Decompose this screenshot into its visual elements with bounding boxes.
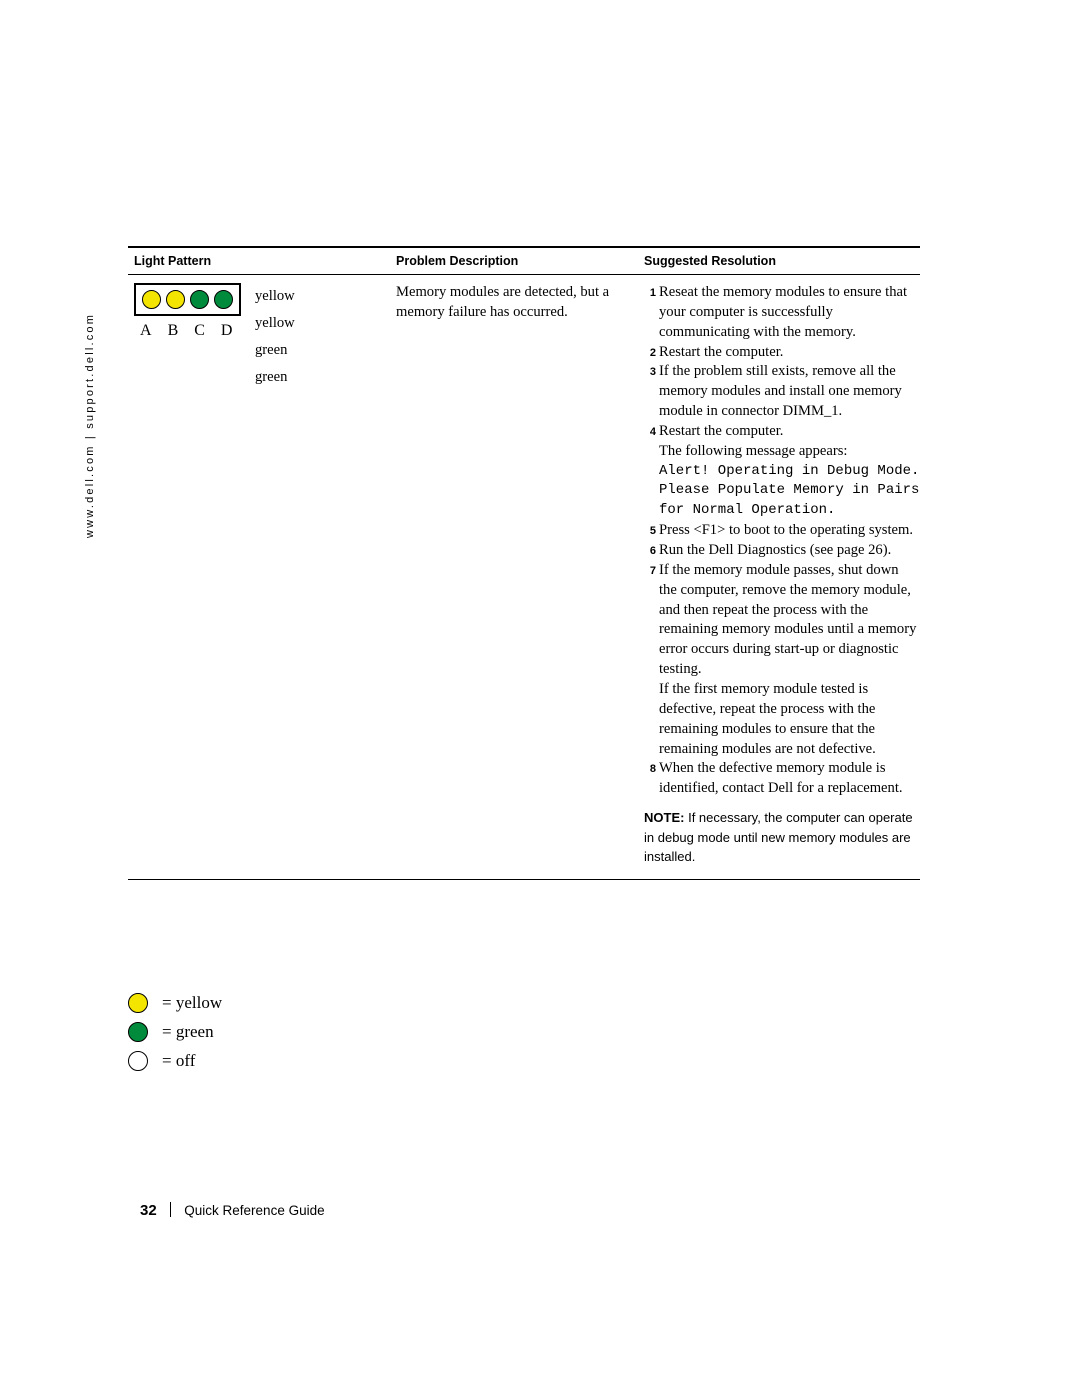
resolution-paragraph: If the first memory module tested is def…	[659, 680, 876, 757]
resolution-step: 2 Restart the computer.	[644, 343, 920, 363]
note-block: NOTE: If necessary, the computer can ope…	[644, 808, 920, 867]
led-color-words: yellow yellow green green	[255, 283, 295, 391]
step-number: 5	[649, 525, 656, 538]
resolution-step: 6 Run the Dell Diagnostics (see page 26)…	[644, 541, 920, 561]
legend-green-icon	[128, 1021, 148, 1042]
cell-suggested-resolution: 1 Reseat the memory modules to ensure th…	[644, 283, 920, 867]
header-light-pattern: Light Pattern	[134, 253, 212, 268]
led-color-legend: = yellow = green = off	[128, 988, 222, 1075]
step-number: 7	[649, 564, 656, 577]
resolution-step: 5 Press <F1> to boot to the operating sy…	[644, 521, 920, 541]
step-text: Restart the computer.	[659, 343, 784, 360]
debug-message-text: Alert! Operating in Debug Mode. Please P…	[659, 462, 920, 519]
legend-row-green: = green	[128, 1017, 222, 1046]
side-url-vertical: www.dell.com | support.dell.com	[84, 312, 96, 538]
legend-yellow-icon	[128, 992, 148, 1013]
note-text: If necessary, the computer can operate i…	[644, 810, 913, 865]
cell-light-pattern: A B C D yellow yellow green green	[128, 283, 396, 867]
resolution-step: 3 If the problem still exists, remove al…	[644, 362, 920, 422]
light-pattern-table: Light Pattern Problem Description Sugges…	[128, 246, 920, 881]
step-number: 4	[649, 425, 656, 438]
step-number: 1	[649, 287, 656, 299]
legend-row-off: = off	[128, 1046, 222, 1075]
step-text: If the memory module passes, shut down t…	[659, 561, 917, 678]
resolution-step: 8 When the defective memory module is id…	[644, 759, 920, 799]
legend-off-icon	[128, 1050, 148, 1071]
step-number: 2	[649, 346, 656, 359]
step-number: 3	[649, 366, 656, 379]
led-d-green-icon	[214, 290, 233, 309]
led-color-word-1: yellow	[255, 288, 295, 304]
note-label: NOTE:	[644, 810, 685, 826]
legend-yellow-label: = yellow	[162, 992, 223, 1012]
footer-divider	[169, 1202, 172, 1217]
header-problem-description: Problem Description	[396, 253, 519, 268]
legend-row-yellow: = yellow	[128, 988, 222, 1017]
table-header-row: Light Pattern Problem Description Sugges…	[128, 248, 920, 274]
led-a-yellow-icon	[142, 290, 161, 309]
led-b-yellow-icon	[166, 290, 185, 309]
resolution-step: 4 Restart the computer.	[644, 422, 920, 442]
step-text: If the problem still exists, remove all …	[659, 363, 902, 420]
legend-green-label: = green	[162, 1021, 214, 1041]
table-bottom-rule	[128, 878, 920, 881]
led-label-b: B	[167, 322, 179, 339]
page-footer: 32 Quick Reference Guide	[140, 1200, 325, 1219]
resolution-step: 7 If the memory module passes, shut down…	[644, 561, 920, 680]
footer-page-number: 32	[140, 1202, 157, 1219]
led-color-word-2: yellow	[255, 314, 295, 331]
step-number: 6	[649, 545, 656, 558]
led-color-word-3: green	[255, 341, 288, 358]
led-label-a: A	[140, 322, 152, 339]
led-labels: A B C D	[134, 322, 241, 340]
message-intro: The following message appears:	[659, 442, 848, 459]
led-c-green-icon	[190, 290, 209, 309]
cell-problem-description: Memory modules are detected, but a memor…	[396, 284, 610, 320]
step-number: 8	[649, 763, 656, 776]
table-body-row: A B C D yellow yellow green green Memory…	[128, 275, 920, 867]
led-label-d: D	[220, 322, 233, 339]
diagnostic-led-box	[134, 283, 241, 316]
resolution-step: 1 Reseat the memory modules to ensure th…	[644, 283, 920, 343]
legend-off-label: = off	[162, 1050, 196, 1070]
step-text: Run the Dell Diagnostics (see page 26).	[659, 542, 892, 559]
step-text: Press <F1> to boot to the operating syst…	[659, 522, 914, 539]
step-text: Restart the computer.	[659, 422, 784, 439]
led-label-c: C	[194, 322, 205, 339]
led-color-word-4: green	[255, 368, 288, 385]
step-text: Reseat the memory modules to ensure that…	[659, 284, 908, 340]
footer-title: Quick Reference Guide	[184, 1203, 325, 1218]
step-text: When the defective memory module is iden…	[659, 760, 903, 797]
header-suggested-resolution: Suggested Resolution	[644, 253, 776, 268]
